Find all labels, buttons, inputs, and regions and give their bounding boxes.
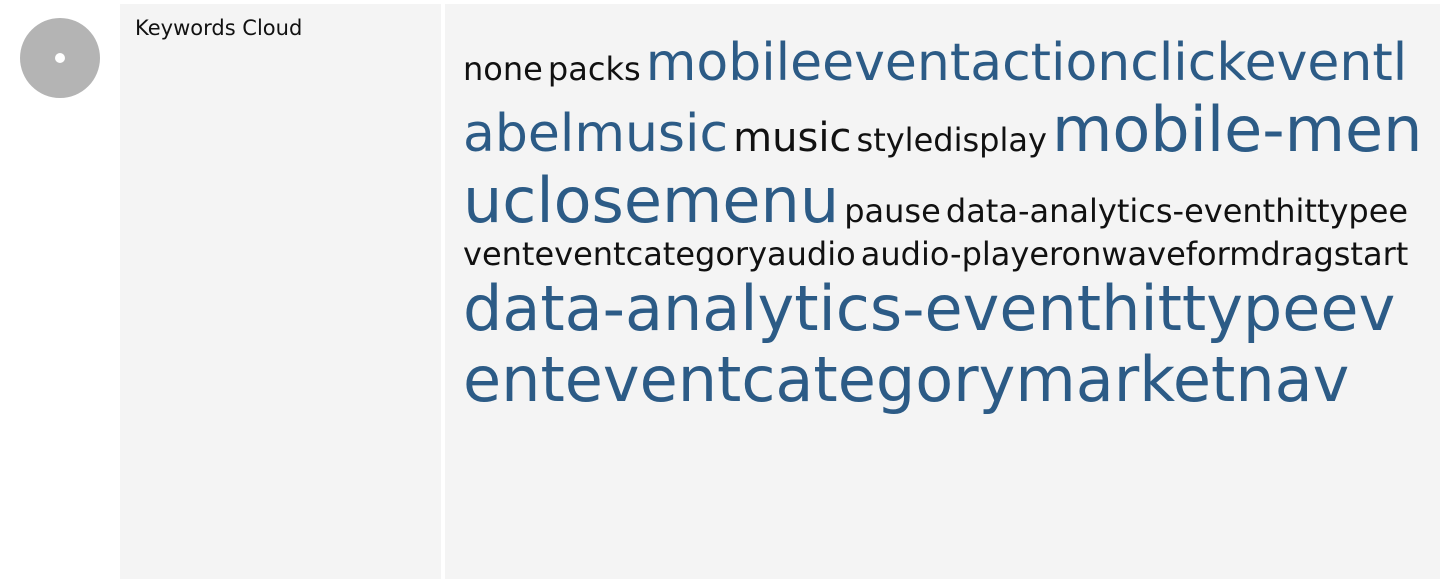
keywords-cloud-icon	[20, 18, 100, 98]
keyword: styledisplay	[856, 120, 1047, 159]
label-column: Keywords Cloud	[120, 4, 441, 579]
icon-column	[0, 0, 120, 582]
keyword: pause	[844, 192, 941, 231]
keywords-cloud: none packs mobileeventactionclickeventla…	[463, 33, 1423, 417]
keyword: packs	[547, 50, 641, 88]
section-label: Keywords Cloud	[135, 16, 303, 40]
keyword: music	[733, 114, 852, 161]
keyword: audio-playeronwaveformdragstart	[860, 235, 1409, 274]
keyword: data-analytics-eventhittypeeventeventcat…	[463, 272, 1396, 417]
keyword: none	[463, 50, 543, 88]
keywords-cloud-row: Keywords Cloud none packs mobileeventact…	[0, 0, 1445, 582]
keywords-panel: none packs mobileeventactionclickeventla…	[445, 4, 1440, 579]
icon-center-dot	[55, 53, 65, 63]
